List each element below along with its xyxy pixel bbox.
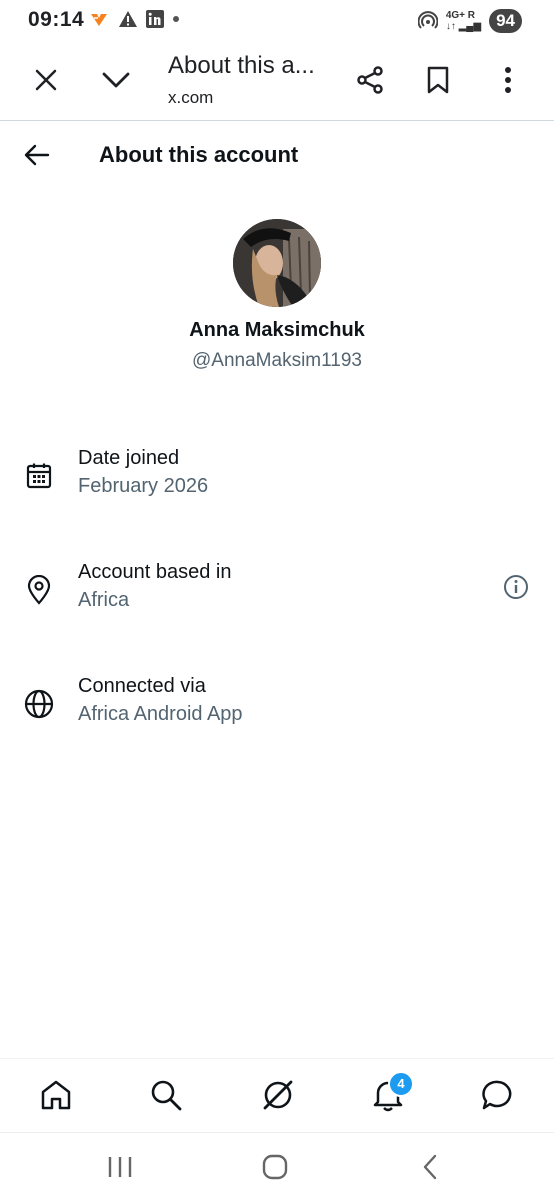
dot-icon: [173, 16, 179, 22]
info-label: Connected via: [78, 675, 206, 697]
search-icon[interactable]: [146, 1075, 186, 1115]
url-display[interactable]: x.com: [168, 88, 213, 108]
chevron-down-icon[interactable]: [96, 60, 136, 100]
info-label: Date joined: [78, 447, 180, 469]
heart-app-icon: [91, 14, 107, 26]
bookmark-icon[interactable]: [418, 60, 458, 100]
system-navigation-bar: [0, 1132, 554, 1201]
info-icon[interactable]: [502, 573, 530, 601]
status-time: 09:14: [28, 8, 85, 31]
globe-icon: [22, 687, 56, 721]
info-row-date-joined: Date joined February 2026: [0, 447, 554, 517]
info-value: Africa: [78, 589, 130, 611]
info-value: Africa Android App: [78, 703, 243, 725]
warning-icon: [119, 11, 137, 27]
home-icon[interactable]: [36, 1075, 76, 1115]
more-icon[interactable]: [488, 60, 528, 100]
display-name: Anna Maksimchuk: [189, 319, 365, 341]
browser-toolbar: About this a... x.com: [0, 42, 554, 121]
info-label: Account based in: [78, 561, 232, 583]
roaming-indicator: R: [467, 10, 476, 21]
linkedin-icon: [146, 10, 164, 28]
network-indicator: 4G+ R ↓↑ ▂▄▆: [445, 10, 482, 32]
avatar-image: [233, 219, 321, 307]
close-icon[interactable]: [26, 60, 66, 100]
page-header: About this account: [0, 122, 554, 186]
status-bar: 09:14 4G+ R ↓↑ ▂▄▆ 94: [0, 0, 554, 42]
system-back-icon[interactable]: [412, 1151, 448, 1183]
calendar-icon: [22, 459, 56, 493]
user-handle: @AnnaMaksim1193: [192, 350, 362, 371]
messages-icon[interactable]: [478, 1075, 518, 1115]
share-icon[interactable]: [350, 60, 390, 100]
grok-icon[interactable]: [258, 1075, 298, 1115]
network-type: 4G+: [445, 10, 466, 21]
location-pin-icon: [22, 573, 56, 607]
notifications-badge: 4: [388, 1071, 414, 1097]
recent-apps-icon[interactable]: [102, 1151, 138, 1183]
page-title: About this account: [99, 142, 299, 167]
status-left-icons: [88, 10, 180, 28]
home-button-icon[interactable]: [257, 1151, 293, 1183]
back-arrow-icon[interactable]: [22, 140, 52, 170]
status-right-icons: 4G+ R ↓↑ ▂▄▆ 94: [417, 9, 522, 33]
info-row-connected-via: Connected via Africa Android App: [0, 675, 554, 745]
bottom-navigation: 4: [0, 1058, 554, 1133]
page-tab-title[interactable]: About this a...: [168, 52, 315, 80]
battery-level: 94: [489, 9, 522, 33]
info-row-account-based-in: Account based in Africa: [0, 561, 554, 631]
info-value: February 2026: [78, 475, 209, 497]
avatar[interactable]: [233, 219, 321, 307]
hotspot-icon: [417, 11, 438, 29]
